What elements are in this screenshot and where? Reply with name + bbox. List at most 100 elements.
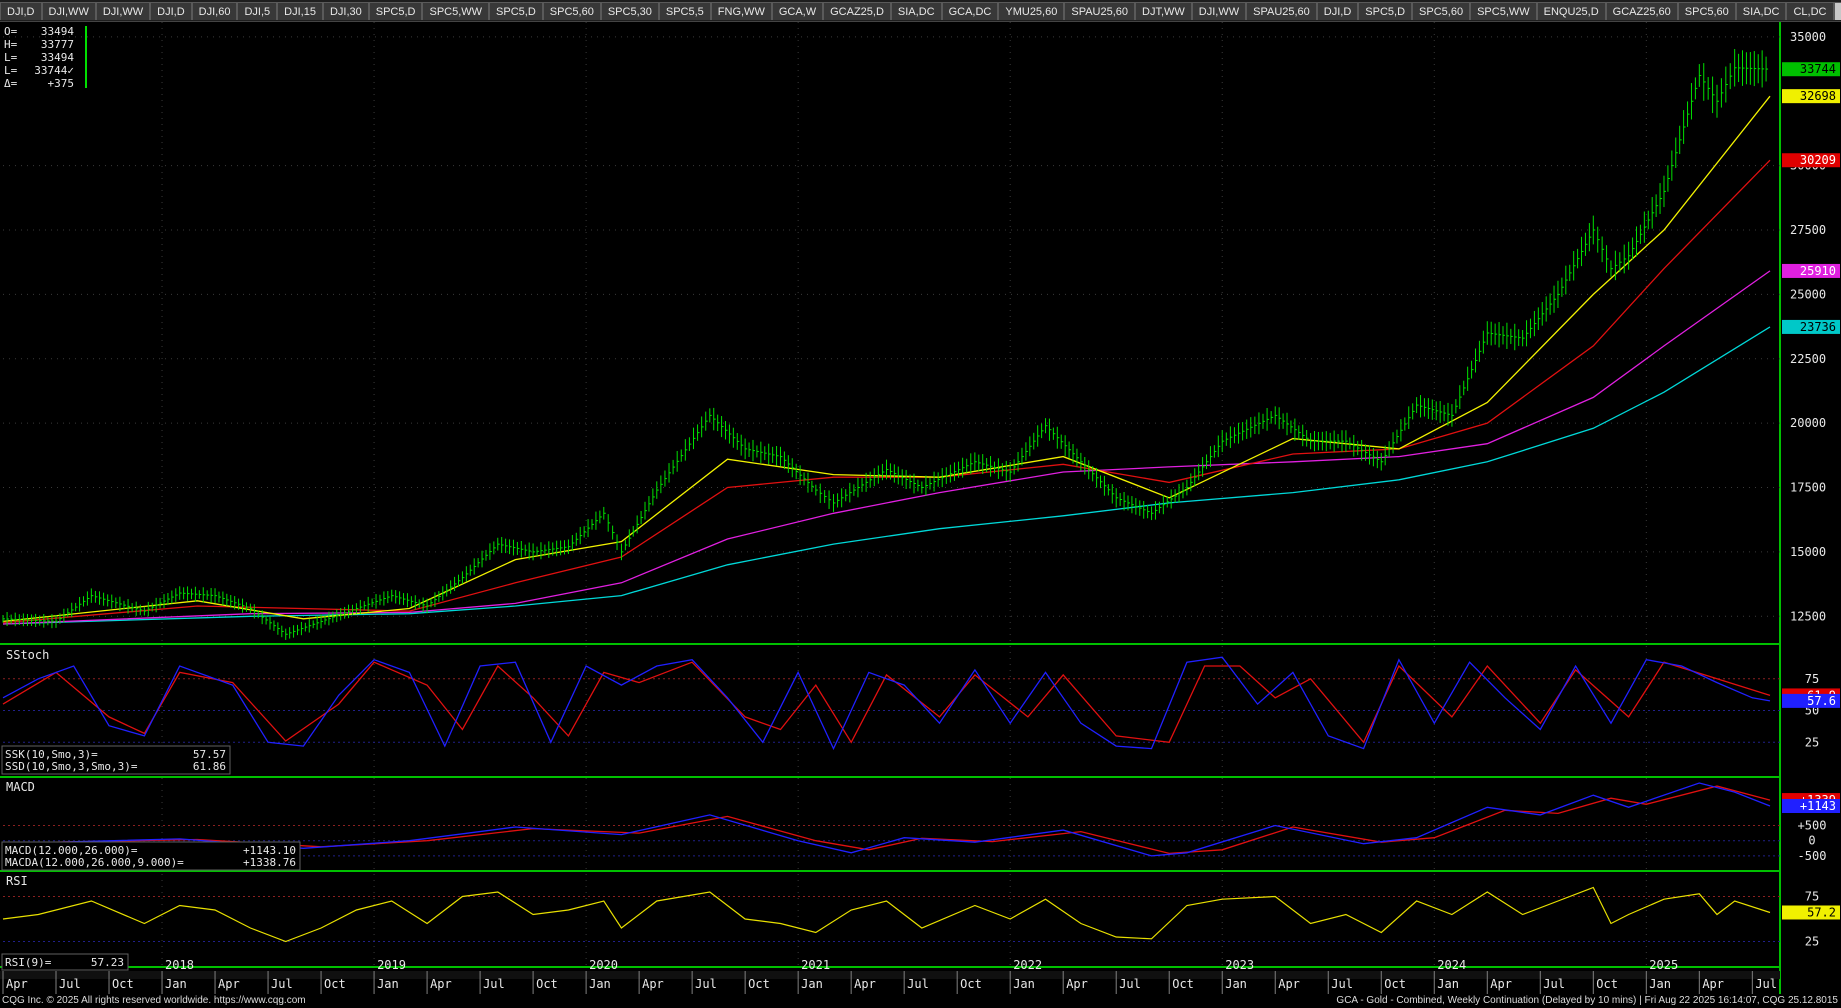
- month-label: Oct: [748, 977, 770, 991]
- month-label: Oct: [324, 977, 346, 991]
- month-label: Apr: [854, 977, 876, 991]
- symbol-tab[interactable]: DJI,D: [0, 2, 42, 20]
- symbol-tab[interactable]: SPC5,WW: [1470, 2, 1537, 20]
- stoch-value-badge: 57.6: [1807, 694, 1836, 708]
- month-label: Jan: [1437, 977, 1459, 991]
- price-value-badge: 23736: [1800, 320, 1836, 334]
- stoch-tick-label: 25: [1805, 735, 1819, 749]
- symbol-tab[interactable]: SPAU25,60: [1246, 2, 1317, 20]
- symbol-tab[interactable]: GCA,W: [771, 2, 824, 20]
- month-label: Oct: [112, 977, 134, 991]
- month-label: Jul: [271, 977, 293, 991]
- rsi-tick-label: 25: [1805, 935, 1819, 949]
- symbol-tab[interactable]: SPC5,D: [489, 2, 543, 20]
- month-label: Apr: [1490, 977, 1512, 991]
- symbol-tab[interactable]: SPC5,WW: [422, 2, 490, 20]
- month-label: Apr: [1702, 977, 1724, 991]
- ohlc-label: L=: [4, 51, 18, 64]
- symbol-tab[interactable]: GCAZ25,60: [1605, 2, 1678, 20]
- month-label: Jul: [1331, 977, 1353, 991]
- month-label: Jul: [1543, 977, 1565, 991]
- price-value-badge: 33744: [1800, 62, 1836, 76]
- chart-info-text: GCA - Gold - Combined, Weekly Continuati…: [1336, 995, 1838, 1006]
- month-label: Jul: [59, 977, 81, 991]
- ohlc-value: 33494: [41, 51, 74, 64]
- copyright-text: CQG Inc. © 2025 All rights reserved worl…: [2, 995, 306, 1006]
- month-label: Jan: [1649, 977, 1671, 991]
- symbol-tab[interactable]: SPC5,30: [600, 2, 659, 20]
- symbol-tab[interactable]: DJI,15: [277, 2, 323, 20]
- price-tick-label: 20000: [1790, 416, 1826, 430]
- series-layer: [2, 49, 1771, 943]
- symbol-tab[interactable]: YMU25,60: [998, 2, 1065, 20]
- month-label: Oct: [1384, 977, 1406, 991]
- macd-legend-value: +1338.76: [243, 856, 296, 869]
- symbol-tab[interactable]: ENQU25,D: [1536, 2, 1606, 20]
- month-label: Jan: [377, 977, 399, 991]
- month-label: Oct: [1596, 977, 1618, 991]
- time-axis-strip: [0, 971, 1780, 979]
- month-label: Jan: [1225, 977, 1247, 991]
- symbol-tab[interactable]: DJI,D: [150, 2, 192, 20]
- month-label: Jul: [483, 977, 505, 991]
- symbol-tab[interactable]: SPC5,60: [1677, 2, 1736, 20]
- price-value-badge: 30209: [1800, 153, 1836, 167]
- month-label: Jul: [907, 977, 929, 991]
- rsi-value-badge: 57.2: [1807, 905, 1836, 919]
- month-label: Oct: [960, 977, 982, 991]
- year-label: 2025: [1649, 958, 1678, 972]
- month-label: Apr: [6, 977, 28, 991]
- symbol-tab[interactable]: SPC5,D: [368, 2, 423, 20]
- symbol-tab[interactable]: SPC5,5: [658, 2, 711, 20]
- month-label: Apr: [1278, 977, 1300, 991]
- month-label: Apr: [218, 977, 240, 991]
- status-footer: CQG Inc. © 2025 All rights reserved worl…: [0, 994, 1841, 1008]
- month-label: Oct: [1172, 977, 1194, 991]
- macd-tick-label: 0: [1808, 834, 1815, 848]
- macd-value-badge: +1143: [1800, 799, 1836, 813]
- symbol-tab[interactable]: DJI,D: [1316, 2, 1359, 20]
- ohlc-label: L=: [4, 64, 18, 77]
- stoch-legend-value: 61.86: [193, 760, 226, 773]
- macd-tick-label: +500: [1798, 819, 1827, 833]
- symbol-tab[interactable]: SIA,DC: [890, 2, 942, 20]
- chart-canvas[interactable]: 1250015000175002000022500250002750030000…: [0, 22, 1841, 994]
- rsi-legend-value: 57.23: [91, 956, 124, 969]
- symbol-tab[interactable]: DJI,WW: [41, 2, 96, 20]
- symbol-tab[interactable]: DJI,5: [237, 2, 278, 20]
- symbol-tab[interactable]: DJT,WW: [1135, 2, 1192, 20]
- symbol-tab[interactable]: GCA,DC: [941, 2, 999, 20]
- symbol-tab[interactable]: SPC5,60: [1412, 2, 1471, 20]
- ohlc-label: O=: [4, 25, 18, 38]
- price-tick-label: 25000: [1790, 287, 1826, 301]
- symbol-tab-bar: DJI,D DJI,WW DJI,WW DJI,D DJI,60 DJI,5 DJI,15 D…: [0, 0, 1841, 22]
- symbol-tab[interactable]: CL,DC: [1786, 2, 1834, 20]
- symbol-tab[interactable]: SPC5,D: [1358, 2, 1413, 20]
- month-label: Jan: [1013, 977, 1035, 991]
- symbol-tab[interactable]: SPC5,60: [542, 2, 601, 20]
- price-tick-label: 27500: [1790, 223, 1826, 237]
- price-tick-label: 17500: [1790, 481, 1826, 495]
- symbol-tab[interactable]: FNG,WW: [710, 2, 772, 20]
- symbol-tab[interactable]: DJI,WW: [1191, 2, 1247, 20]
- symbol-tab[interactable]: GCA,W: [1833, 2, 1841, 20]
- symbol-tab[interactable]: SPAU25,60: [1064, 2, 1136, 20]
- symbol-tab[interactable]: GCAZ25,D: [823, 2, 891, 20]
- macd-tick-label: -500: [1798, 849, 1827, 863]
- price-tick-label: 15000: [1790, 545, 1826, 559]
- month-label: Jul: [1755, 977, 1777, 991]
- symbol-tab[interactable]: DJI,WW: [95, 2, 151, 20]
- month-label: Jul: [1119, 977, 1141, 991]
- month-label: Jul: [695, 977, 717, 991]
- symbol-tab[interactable]: DJI,30: [322, 2, 369, 20]
- symbol-tab[interactable]: DJI,60: [191, 2, 238, 20]
- month-label: Apr: [1066, 977, 1088, 991]
- month-label: Oct: [536, 977, 558, 991]
- rsi-legend-label: RSI(9)=: [5, 956, 52, 969]
- stoch_d-line: [2, 661, 1771, 744]
- month-label: Jan: [165, 977, 187, 991]
- price-tick-label: 22500: [1790, 352, 1826, 366]
- year-label: 2024: [1437, 958, 1466, 972]
- month-label: Jan: [589, 977, 611, 991]
- symbol-tab[interactable]: SIA,DC: [1735, 2, 1787, 20]
